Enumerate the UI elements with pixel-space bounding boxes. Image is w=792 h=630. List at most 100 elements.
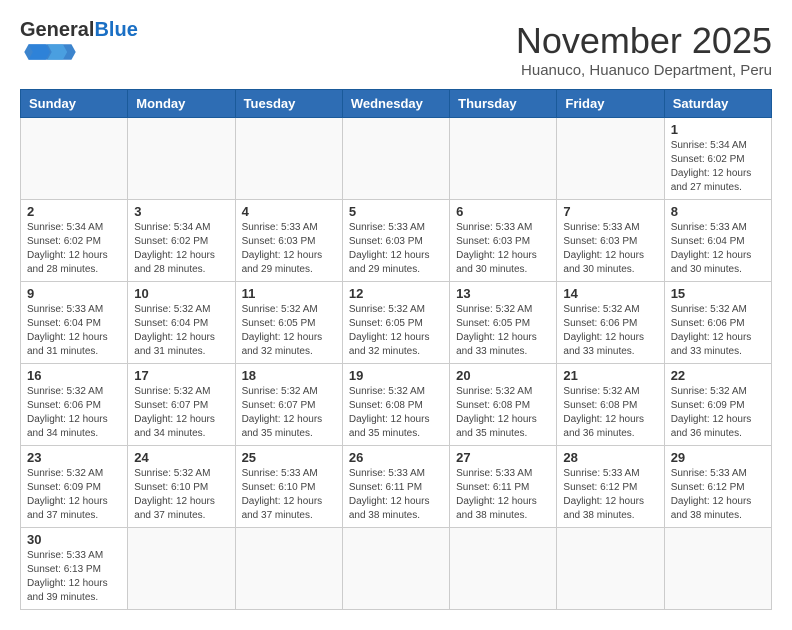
day-info: Sunrise: 5:32 AM Sunset: 6:08 PM Dayligh… xyxy=(349,385,443,441)
logo-blue: Blue xyxy=(94,19,137,41)
day-number: 12 xyxy=(349,286,443,301)
weekday-header-tuesday: Tuesday xyxy=(235,90,342,118)
day-number: 23 xyxy=(27,450,121,465)
calendar-cell: 4 Sunrise: 5:33 AM Sunset: 6:03 PM Daylig… xyxy=(235,200,342,282)
logo-general: General xyxy=(20,19,94,41)
calendar-week-row: 16 Sunrise: 5:32 AM Sunset: 6:06 PM Dayli… xyxy=(21,364,772,446)
calendar-cell: 23 Sunrise: 5:32 AM Sunset: 6:09 PM Dayli… xyxy=(21,446,128,528)
day-info: Sunrise: 5:33 AM Sunset: 6:12 PM Dayligh… xyxy=(671,467,765,523)
weekday-header-row: SundayMondayTuesdayWednesdayThursdayFrid… xyxy=(21,90,772,118)
calendar-cell xyxy=(450,528,557,610)
day-number: 2 xyxy=(27,204,121,219)
day-info: Sunrise: 5:32 AM Sunset: 6:05 PM Dayligh… xyxy=(242,303,336,359)
day-number: 9 xyxy=(27,286,121,301)
day-info: Sunrise: 5:32 AM Sunset: 6:07 PM Dayligh… xyxy=(134,385,228,441)
weekday-header-wednesday: Wednesday xyxy=(342,90,449,118)
day-info: Sunrise: 5:32 AM Sunset: 6:06 PM Dayligh… xyxy=(671,303,765,359)
day-info: Sunrise: 5:32 AM Sunset: 6:05 PM Dayligh… xyxy=(349,303,443,359)
day-number: 7 xyxy=(563,204,657,219)
calendar-cell: 11 Sunrise: 5:32 AM Sunset: 6:05 PM Dayli… xyxy=(235,282,342,364)
calendar-cell: 2 Sunrise: 5:34 AM Sunset: 6:02 PM Daylig… xyxy=(21,200,128,282)
day-number: 20 xyxy=(456,368,550,383)
calendar-cell: 17 Sunrise: 5:32 AM Sunset: 6:07 PM Dayli… xyxy=(128,364,235,446)
day-info: Sunrise: 5:32 AM Sunset: 6:09 PM Dayligh… xyxy=(27,467,121,523)
calendar-cell xyxy=(342,118,449,200)
day-info: Sunrise: 5:34 AM Sunset: 6:02 PM Dayligh… xyxy=(27,221,121,277)
weekday-header-sunday: Sunday xyxy=(21,90,128,118)
day-number: 15 xyxy=(671,286,765,301)
weekday-header-thursday: Thursday xyxy=(450,90,557,118)
calendar-cell: 21Sunrise: 5:32 AM Sunset: 6:08 PM Dayli… xyxy=(557,364,664,446)
calendar-cell: 3Sunrise: 5:34 AM Sunset: 6:02 PM Daylig… xyxy=(128,200,235,282)
calendar-cell: 14 Sunrise: 5:32 AM Sunset: 6:06 PM Dayli… xyxy=(557,282,664,364)
day-number: 6 xyxy=(456,204,550,219)
day-info: Sunrise: 5:33 AM Sunset: 6:11 PM Dayligh… xyxy=(456,467,550,523)
day-number: 4 xyxy=(242,204,336,219)
calendar-cell: 22 Sunrise: 5:32 AM Sunset: 6:09 PM Dayli… xyxy=(664,364,771,446)
weekday-header-saturday: Saturday xyxy=(664,90,771,118)
day-info: Sunrise: 5:32 AM Sunset: 6:05 PM Dayligh… xyxy=(456,303,550,359)
day-info: Sunrise: 5:32 AM Sunset: 6:10 PM Dayligh… xyxy=(134,467,228,523)
day-number: 22 xyxy=(671,368,765,383)
day-number: 17 xyxy=(134,368,228,383)
calendar-week-row: 2 Sunrise: 5:34 AM Sunset: 6:02 PM Daylig… xyxy=(21,200,772,282)
calendar-cell: 6Sunrise: 5:33 AM Sunset: 6:03 PM Daylig… xyxy=(450,200,557,282)
day-info: Sunrise: 5:33 AM Sunset: 6:12 PM Dayligh… xyxy=(563,467,657,523)
day-info: Sunrise: 5:33 AM Sunset: 6:11 PM Dayligh… xyxy=(349,467,443,523)
day-info: Sunrise: 5:32 AM Sunset: 6:04 PM Dayligh… xyxy=(134,303,228,359)
calendar-cell xyxy=(450,118,557,200)
day-number: 27 xyxy=(456,450,550,465)
day-info: Sunrise: 5:33 AM Sunset: 6:03 PM Dayligh… xyxy=(242,221,336,277)
calendar-cell xyxy=(557,118,664,200)
calendar-cell: 10 Sunrise: 5:32 AM Sunset: 6:04 PM Dayli… xyxy=(128,282,235,364)
day-number: 5 xyxy=(349,204,443,219)
day-number: 16 xyxy=(27,368,121,383)
calendar-week-row: 9 Sunrise: 5:33 AM Sunset: 6:04 PM Daylig… xyxy=(21,282,772,364)
day-number: 30 xyxy=(27,532,121,547)
calendar-cell: 25Sunrise: 5:33 AM Sunset: 6:10 PM Dayli… xyxy=(235,446,342,528)
day-info: Sunrise: 5:33 AM Sunset: 6:04 PM Dayligh… xyxy=(27,303,121,359)
day-info: Sunrise: 5:32 AM Sunset: 6:06 PM Dayligh… xyxy=(27,385,121,441)
calendar-cell: 12 Sunrise: 5:32 AM Sunset: 6:05 PM Dayli… xyxy=(342,282,449,364)
calendar-week-row: 30Sunrise: 5:33 AM Sunset: 6:13 PM Dayli… xyxy=(21,528,772,610)
calendar-cell: 20 Sunrise: 5:32 AM Sunset: 6:08 PM Dayli… xyxy=(450,364,557,446)
title-area: November 2025 Huanuco, Huanuco Departmen… xyxy=(516,20,772,79)
calendar-cell: 27 Sunrise: 5:33 AM Sunset: 6:11 PM Dayli… xyxy=(450,446,557,528)
day-info: Sunrise: 5:32 AM Sunset: 6:06 PM Dayligh… xyxy=(563,303,657,359)
calendar-cell: 5 Sunrise: 5:33 AM Sunset: 6:03 PM Daylig… xyxy=(342,200,449,282)
day-number: 26 xyxy=(349,450,443,465)
subtitle: Huanuco, Huanuco Department, Peru xyxy=(516,62,772,79)
logo-icon xyxy=(20,42,80,62)
calendar-cell: 8Sunrise: 5:33 AM Sunset: 6:04 PM Daylig… xyxy=(664,200,771,282)
calendar-cell: 26 Sunrise: 5:33 AM Sunset: 6:11 PM Dayli… xyxy=(342,446,449,528)
day-number: 14 xyxy=(563,286,657,301)
day-info: Sunrise: 5:32 AM Sunset: 6:08 PM Dayligh… xyxy=(563,385,657,441)
day-info: Sunrise: 5:32 AM Sunset: 6:09 PM Dayligh… xyxy=(671,385,765,441)
day-number: 24 xyxy=(134,450,228,465)
calendar-cell: 30Sunrise: 5:33 AM Sunset: 6:13 PM Dayli… xyxy=(21,528,128,610)
day-info: Sunrise: 5:32 AM Sunset: 6:08 PM Dayligh… xyxy=(456,385,550,441)
calendar-cell xyxy=(342,528,449,610)
calendar-week-row: 1Sunrise: 5:34 AM Sunset: 6:02 PM Daylig… xyxy=(21,118,772,200)
calendar-week-row: 23 Sunrise: 5:32 AM Sunset: 6:09 PM Dayli… xyxy=(21,446,772,528)
calendar-cell: 1Sunrise: 5:34 AM Sunset: 6:02 PM Daylig… xyxy=(664,118,771,200)
day-number: 11 xyxy=(242,286,336,301)
day-info: Sunrise: 5:34 AM Sunset: 6:02 PM Dayligh… xyxy=(134,221,228,277)
calendar-cell: 16 Sunrise: 5:32 AM Sunset: 6:06 PM Dayli… xyxy=(21,364,128,446)
day-number: 10 xyxy=(134,286,228,301)
day-info: Sunrise: 5:33 AM Sunset: 6:03 PM Dayligh… xyxy=(563,221,657,277)
calendar-cell xyxy=(557,528,664,610)
day-number: 28 xyxy=(563,450,657,465)
page-header: GeneralBlue November 2025 Huanuco, Huanu… xyxy=(20,20,772,79)
day-info: Sunrise: 5:33 AM Sunset: 6:03 PM Dayligh… xyxy=(349,221,443,277)
calendar-cell: 24 Sunrise: 5:32 AM Sunset: 6:10 PM Dayli… xyxy=(128,446,235,528)
calendar-cell: 7 Sunrise: 5:33 AM Sunset: 6:03 PM Daylig… xyxy=(557,200,664,282)
calendar-cell: 29Sunrise: 5:33 AM Sunset: 6:12 PM Dayli… xyxy=(664,446,771,528)
day-number: 18 xyxy=(242,368,336,383)
day-info: Sunrise: 5:33 AM Sunset: 6:04 PM Dayligh… xyxy=(671,221,765,277)
day-number: 25 xyxy=(242,450,336,465)
calendar-cell xyxy=(664,528,771,610)
calendar-cell xyxy=(235,118,342,200)
weekday-header-monday: Monday xyxy=(128,90,235,118)
day-number: 13 xyxy=(456,286,550,301)
